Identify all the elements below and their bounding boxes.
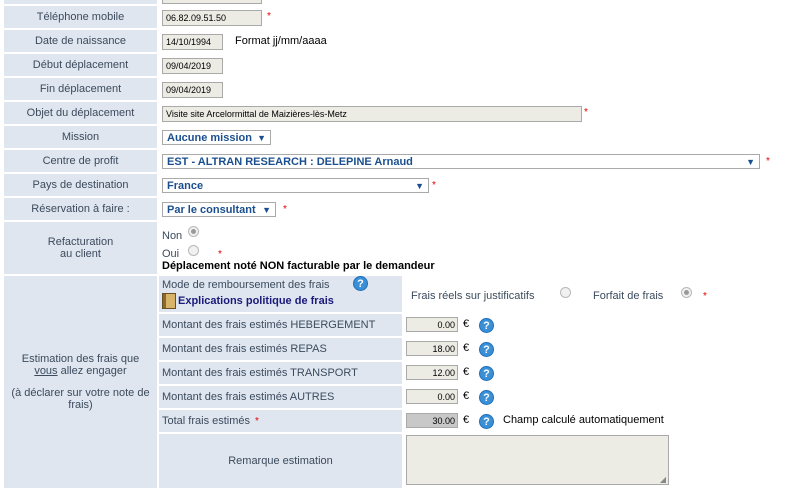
- help-icon[interactable]: ?: [479, 390, 494, 405]
- help-icon[interactable]: ?: [479, 318, 494, 333]
- required-star: *: [584, 107, 588, 118]
- euro-symbol: €: [463, 414, 470, 426]
- chevron-down-icon: ▼: [257, 133, 266, 143]
- required-star: *: [267, 11, 271, 22]
- help-icon[interactable]: ?: [479, 342, 494, 357]
- help-icon[interactable]: ?: [479, 414, 494, 429]
- date-format-hint: Format jj/mm/aaaa: [235, 35, 327, 47]
- euro-symbol: €: [463, 318, 470, 330]
- birthdate-input[interactable]: 14/10/1994: [162, 34, 223, 50]
- remarque-label: Remarque estimation: [159, 434, 402, 488]
- label-cell-top: [4, 0, 157, 4]
- reservation-select[interactable]: Par le consultant ▼: [162, 202, 276, 217]
- resize-handle-icon[interactable]: ◢: [660, 475, 666, 484]
- label-fin: Fin déplacement: [4, 78, 157, 100]
- radio-non-label: Non: [162, 230, 183, 242]
- euro-symbol: €: [463, 342, 470, 354]
- travel-form: Téléphone mobile 06.82.09.51.50 * Date d…: [0, 0, 800, 496]
- label-debut: Début déplacement: [4, 54, 157, 76]
- telephone-input[interactable]: 06.82.09.51.50: [162, 10, 262, 26]
- repas-label: Montant des frais estimés REPAS: [159, 338, 402, 360]
- autres-input[interactable]: 0.00: [406, 389, 458, 404]
- required-star: *: [766, 156, 770, 167]
- opt-reels-label: Frais réels sur justificatifs: [411, 290, 535, 302]
- label-centre: Centre de profit: [4, 150, 157, 172]
- label-estimation: Estimation des frais que vous allez enga…: [4, 276, 157, 488]
- book-icon: [162, 293, 176, 309]
- repas-input[interactable]: 18.00: [406, 341, 458, 356]
- remarque-textarea[interactable]: ◢: [406, 435, 669, 485]
- radio-non[interactable]: [188, 226, 199, 237]
- transport-label: Montant des frais estimés TRANSPORT: [159, 362, 402, 384]
- total-input: 30.00: [406, 413, 458, 428]
- total-note: Champ calculé automatiquement: [503, 414, 664, 426]
- required-star: *: [703, 291, 707, 302]
- euro-symbol: €: [463, 390, 470, 402]
- refact-note: Déplacement noté NON facturable par le d…: [162, 260, 435, 272]
- country-select[interactable]: France ▼: [162, 178, 429, 193]
- required-star: *: [283, 204, 287, 215]
- hebergement-label: Montant des frais estimés HEBERGEMENT: [159, 314, 402, 336]
- help-icon[interactable]: ?: [479, 366, 494, 381]
- label-telephone: Téléphone mobile: [4, 6, 157, 28]
- profit-center-select[interactable]: EST - ALTRAN RESEARCH : DELEPINE Arnaud ▼: [162, 154, 760, 169]
- required-star: *: [432, 180, 436, 191]
- radio-forfait[interactable]: [681, 287, 692, 298]
- start-date-input[interactable]: 09/04/2019: [162, 58, 223, 74]
- chevron-down-icon: ▼: [746, 157, 755, 167]
- hebergement-input[interactable]: 0.00: [406, 317, 458, 332]
- radio-oui-label: Oui: [162, 248, 180, 260]
- total-label: Total frais estimés *: [159, 410, 402, 432]
- label-pays: Pays de destination: [4, 174, 157, 196]
- label-objet: Objet du déplacement: [4, 102, 157, 124]
- label-reservation: Réservation à faire :: [4, 198, 157, 220]
- autres-label: Montant des frais estimés AUTRES: [159, 386, 402, 408]
- opt-forfait-label: Forfait de frais: [593, 290, 664, 302]
- chevron-down-icon: ▼: [262, 205, 271, 215]
- chevron-down-icon: ▼: [415, 181, 424, 191]
- required-star: *: [218, 249, 222, 260]
- radio-oui[interactable]: [188, 245, 199, 256]
- help-icon[interactable]: ?: [353, 276, 368, 291]
- transport-input[interactable]: 12.00: [406, 365, 458, 380]
- previous-field[interactable]: [162, 0, 262, 4]
- purpose-input[interactable]: Visite site Arcelormittal de Maizières-l…: [162, 106, 582, 122]
- end-date-input[interactable]: 09/04/2019: [162, 82, 223, 98]
- mission-select[interactable]: Aucune mission ▼: [162, 130, 271, 145]
- label-naissance: Date de naissance: [4, 30, 157, 52]
- euro-symbol: €: [463, 366, 470, 378]
- label-refacturation: Refacturation au client: [4, 222, 157, 274]
- mode-label: Mode de remboursement des frais: [162, 279, 330, 291]
- label-mission: Mission: [4, 126, 157, 148]
- explications-link[interactable]: Explications politique de frais: [178, 295, 334, 307]
- radio-frais-reels[interactable]: [560, 287, 571, 298]
